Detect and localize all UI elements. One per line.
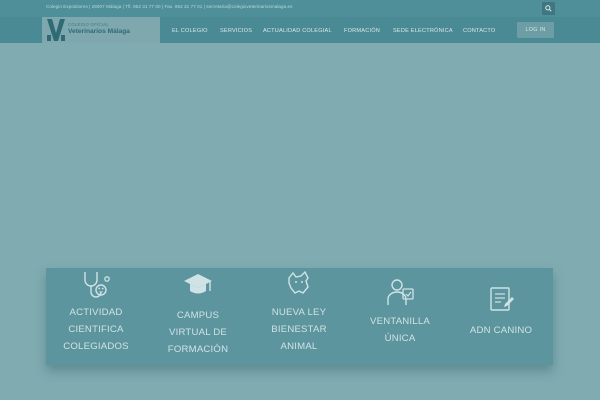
feature-label-line: VENTANILLA: [370, 316, 430, 327]
nav-servicios[interactable]: SERVICIOS: [220, 28, 252, 34]
top-info-bar: Colegio Expositores | 29007 Málaga | Tfl…: [0, 0, 600, 17]
animal-welfare-icon: [288, 270, 309, 294]
vet-stethoscope-icon: [84, 272, 110, 298]
search-button[interactable]: [542, 2, 555, 15]
feature-label-line: COLEGIADOS: [63, 341, 129, 352]
feature-label-line: NUEVA LEY: [271, 307, 327, 318]
graduation-cap-icon: [184, 274, 212, 294]
feature-ventanilla-unica[interactable]: VENTANILLA ÚNICA: [350, 268, 450, 365]
feature-campus-virtual[interactable]: CAMPUS VIRTUAL DE FORMACIÓN: [148, 268, 248, 365]
nav-formacion[interactable]: FORMACIÓN: [344, 28, 380, 34]
single-window-icon: [387, 279, 414, 305]
login-label: LOG IN: [525, 27, 546, 33]
feature-label-line: CAMPUS: [176, 310, 220, 321]
login-button[interactable]: LOG IN: [517, 22, 554, 38]
feature-label-line: ADN CANINO: [469, 325, 533, 336]
nav-sede-electronica[interactable]: SEDE ELECTRÓNICA: [393, 28, 453, 34]
features-strip: ACTIVIDAD CIENTIFICA COLEGIADOS CAMPUS V…: [46, 268, 553, 365]
nav-actualidad-colegial[interactable]: ACTUALIDAD COLEGIAL: [263, 28, 332, 34]
feature-label-line: VIRTUAL DE: [169, 327, 227, 338]
feature-label-line: CIENTIFICA: [68, 324, 124, 335]
nav-el-colegio[interactable]: EL COLEGIO: [172, 28, 208, 34]
feature-label-line: ACTIVIDAD: [69, 307, 123, 318]
feature-label-line: ÚNICA: [384, 333, 416, 344]
nav-contacto[interactable]: CONTACTO: [463, 28, 495, 34]
feature-adn-canino[interactable]: ADN CANINO: [451, 268, 551, 365]
logo-subtitle: COLEGIO OFICIAL: [68, 22, 110, 27]
contact-info: Colegio Expositores | 29007 Málaga | Tfl…: [46, 4, 293, 9]
feature-ley-bienestar-animal[interactable]: NUEVA LEY BIENESTAR ANIMAL: [249, 268, 349, 365]
logo-v-icon: [47, 19, 65, 41]
feature-label-line: ANIMAL: [280, 341, 318, 352]
feature-label-line: BIENESTAR: [271, 324, 327, 335]
search-icon: [545, 5, 552, 12]
logo-title: Veterinarios Málaga: [68, 28, 130, 35]
feature-label-line: FORMACIÓN: [167, 344, 229, 355]
feature-actividad-cientifica[interactable]: ACTIVIDAD CIENTIFICA COLEGIADOS: [46, 268, 146, 365]
site-logo[interactable]: COLEGIO OFICIAL Veterinarios Málaga: [42, 17, 160, 43]
dna-document-icon: [490, 287, 514, 311]
